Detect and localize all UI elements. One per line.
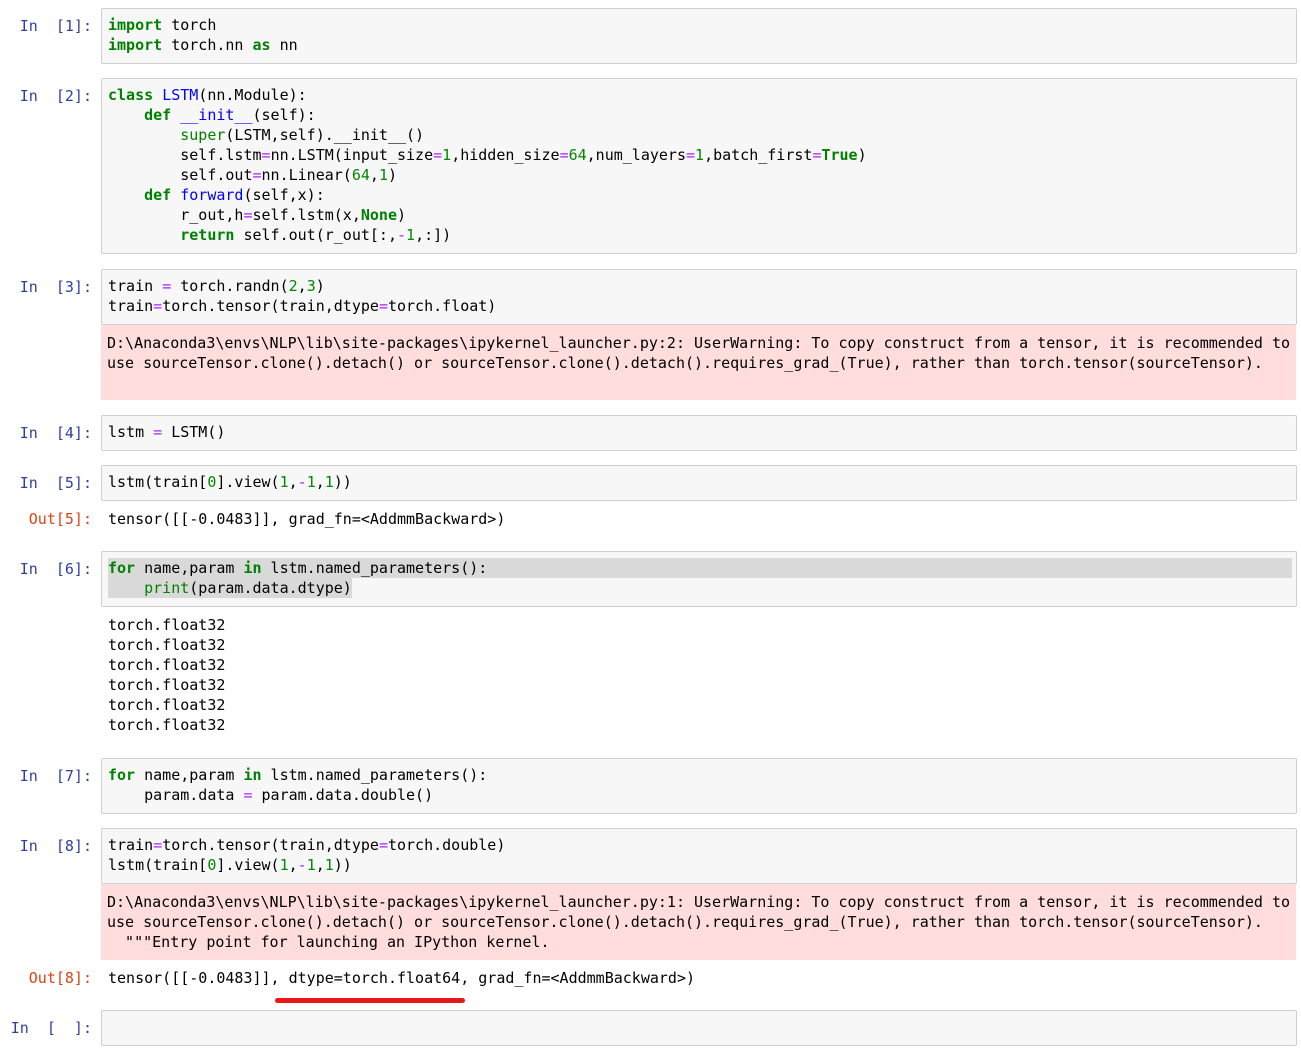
cell-4-code[interactable]: lstm = LSTM() [102,416,1296,448]
cell-5-out-prompt: Out[5]: [28,510,92,528]
cell-3-code[interactable]: train = torch.randn(2,3) train=torch.ten… [102,270,1296,322]
cell-1-prompt: In [1]: [19,17,92,35]
cell-3-input[interactable]: train = torch.randn(2,3) train=torch.ten… [101,269,1297,325]
cell-8-warning-output: D:\Anaconda3\envs\NLP\lib\site-packages\… [101,884,1296,960]
cell-8-output: tensor([[-0.0483]], dtype=torch.float64,… [108,969,695,987]
cell-9-code[interactable] [102,1011,1296,1043]
cell-2-prompt: In [2]: [19,87,92,105]
cell-5-output: tensor([[-0.0483]], grad_fn=<AddmmBackwa… [108,510,506,528]
cell-6-stdout: torch.float32 torch.float32 torch.float3… [108,616,226,734]
cell-9-prompt: In [ ]: [10,1019,92,1037]
cell-9-input[interactable] [101,1010,1297,1046]
cell-8-out-prompt: Out[8]: [28,969,92,987]
cell-5-input[interactable]: lstm(train[0].view(1,-1,1)) [101,465,1297,501]
cell-1-input[interactable]: import torch import torch.nn as nn [101,8,1297,64]
cell-3-prompt: In [3]: [19,278,92,296]
cell-5-code[interactable]: lstm(train[0].view(1,-1,1)) [102,466,1296,498]
cell-1-code[interactable]: import torch import torch.nn as nn [102,9,1296,61]
cell-5-prompt: In [5]: [19,474,92,492]
cell-6-prompt: In [6]: [19,560,92,578]
cell-2-input[interactable]: class LSTM(nn.Module): def __init__(self… [101,78,1297,254]
cell-7-prompt: In [7]: [19,767,92,785]
cell-7-code[interactable]: for name,param in lstm.named_parameters(… [102,759,1296,811]
cell-6-input[interactable]: for name,param in lstm.named_parameters(… [101,551,1297,607]
cell-3-warning-output: D:\Anaconda3\envs\NLP\lib\site-packages\… [101,325,1296,400]
cell-4-input[interactable]: lstm = LSTM() [101,415,1297,451]
cell-7-input[interactable]: for name,param in lstm.named_parameters(… [101,758,1297,814]
red-underline-annotation [275,998,465,1003]
cell-8-input[interactable]: train=torch.tensor(train,dtype=torch.dou… [101,828,1297,884]
cell-2-code[interactable]: class LSTM(nn.Module): def __init__(self… [102,79,1296,251]
cell-6-code[interactable]: for name,param in lstm.named_parameters(… [102,552,1296,604]
cell-8-prompt: In [8]: [19,837,92,855]
cell-4-prompt: In [4]: [19,424,92,442]
cell-8-code[interactable]: train=torch.tensor(train,dtype=torch.dou… [102,829,1296,881]
